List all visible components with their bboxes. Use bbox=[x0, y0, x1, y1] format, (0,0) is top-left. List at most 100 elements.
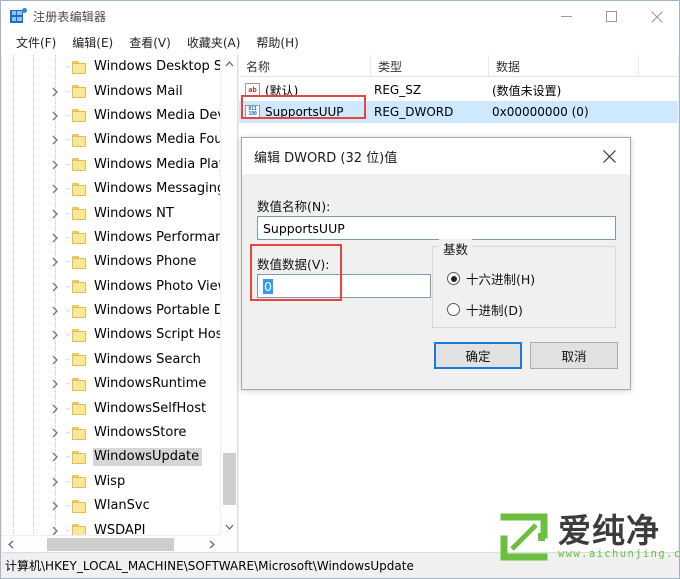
column-header-type[interactable]: 类型 bbox=[371, 55, 489, 77]
tree-item[interactable]: – Windows Performance bbox=[2, 226, 220, 250]
tree-item[interactable]: – Windows Search bbox=[2, 348, 220, 372]
tree-item[interactable]: – WlanSvc bbox=[2, 494, 220, 518]
tree-hscroll-thumb[interactable] bbox=[47, 538, 174, 551]
chevron-right-icon[interactable] bbox=[48, 104, 63, 128]
chevron-right-icon[interactable] bbox=[48, 80, 63, 104]
chevron-right-icon[interactable] bbox=[48, 348, 63, 372]
chevron-right-icon[interactable] bbox=[48, 372, 63, 396]
radio-hexadecimal-icon[interactable] bbox=[447, 272, 460, 285]
tree-item[interactable]: – WindowsSelfHost bbox=[2, 396, 220, 420]
chevron-right-icon[interactable] bbox=[48, 397, 63, 421]
tree-item[interactable]: – Windows Media Player bbox=[2, 153, 220, 177]
tree-item[interactable]: – WindowsRuntime bbox=[2, 372, 220, 396]
tree-expander-none bbox=[48, 55, 63, 79]
chevron-right-icon[interactable] bbox=[48, 519, 63, 535]
table-row[interactable]: 011 100 SupportsUUP REG_DWORD 0x00000000 … bbox=[239, 101, 678, 123]
tree-scroll-thumb[interactable] bbox=[223, 453, 236, 505]
tree-item[interactable]: – Windows Desktop Sear bbox=[2, 55, 220, 79]
tree-item-label: Windows NT bbox=[94, 205, 174, 221]
tree-item[interactable]: – WSDAPI bbox=[2, 518, 220, 535]
folder-icon bbox=[72, 499, 88, 513]
ok-button[interactable]: 确定 bbox=[434, 342, 522, 369]
tree-item[interactable]: – Windows Media Device bbox=[2, 104, 220, 128]
menu-file[interactable]: 文件(F) bbox=[8, 34, 64, 53]
folder-icon bbox=[72, 182, 88, 196]
tree-item[interactable]: – Windows Photo Viewer bbox=[2, 275, 220, 299]
tree-item[interactable]: – WindowsStore bbox=[2, 421, 220, 445]
scroll-right-icon[interactable] bbox=[203, 536, 220, 552]
folder-icon bbox=[72, 402, 88, 416]
tree-item[interactable]: – Windows Script Host bbox=[2, 323, 220, 347]
radio-decimal[interactable]: 十进制(D) bbox=[447, 300, 523, 319]
value-name-cell: 011 100 SupportsUUP bbox=[239, 101, 371, 123]
chevron-right-icon[interactable] bbox=[48, 153, 63, 177]
cancel-button[interactable]: 取消 bbox=[530, 342, 618, 369]
chevron-right-icon[interactable] bbox=[48, 445, 63, 469]
value-data-cell: (数值未设置) bbox=[492, 83, 562, 98]
column-header-data[interactable]: 数据 bbox=[489, 55, 639, 77]
tree-item-label: Windows Phone bbox=[94, 254, 197, 270]
tree-connector: – bbox=[65, 62, 70, 73]
string-value-icon: ab bbox=[245, 83, 260, 97]
tree-item-label: WindowsRuntime bbox=[94, 376, 207, 392]
menu-bar: 文件(F) 编辑(E) 查看(V) 收藏夹(A) 帮助(H) bbox=[1, 32, 679, 55]
chevron-right-icon[interactable] bbox=[48, 494, 63, 518]
scroll-down-icon[interactable] bbox=[221, 518, 237, 535]
tree-item[interactable]: – Windows Portable Devi bbox=[2, 299, 220, 323]
tree-connector: – bbox=[65, 281, 70, 292]
radio-decimal-icon[interactable] bbox=[447, 303, 460, 316]
folder-icon bbox=[72, 475, 88, 489]
scrollbar-corner bbox=[220, 535, 237, 552]
window-title: 注册表编辑器 bbox=[33, 10, 107, 24]
chevron-right-icon[interactable] bbox=[48, 226, 63, 250]
dialog-close-icon[interactable] bbox=[588, 138, 630, 174]
menu-favorites[interactable]: 收藏夹(A) bbox=[179, 34, 249, 53]
chevron-right-icon[interactable] bbox=[48, 470, 63, 494]
radio-hexadecimal[interactable]: 十六进制(H) bbox=[447, 269, 535, 288]
menu-help[interactable]: 帮助(H) bbox=[248, 34, 306, 53]
chevron-right-icon[interactable] bbox=[48, 202, 63, 226]
folder-icon bbox=[72, 207, 88, 221]
folder-icon bbox=[72, 231, 88, 245]
folder-icon bbox=[72, 133, 88, 147]
value-name-input[interactable]: SupportsUUP bbox=[257, 216, 616, 240]
tree-connector: – bbox=[65, 306, 70, 317]
tree-item-label: Wisp bbox=[94, 473, 126, 489]
tree-item[interactable]: – Windows Media Foundà bbox=[2, 128, 220, 152]
menu-edit[interactable]: 编辑(E) bbox=[64, 34, 121, 53]
scroll-left-icon[interactable] bbox=[2, 536, 19, 552]
registry-tree[interactable]: – Windows Desktop Sear – Windows Mail – bbox=[2, 55, 220, 535]
tree-item[interactable]: – Wisp bbox=[2, 470, 220, 494]
chevron-right-icon[interactable] bbox=[48, 421, 63, 445]
chevron-right-icon[interactable] bbox=[48, 250, 63, 274]
column-header-name[interactable]: 名称 bbox=[239, 55, 371, 77]
chevron-right-icon[interactable] bbox=[48, 128, 63, 152]
value-name-input-text: SupportsUUP bbox=[263, 220, 345, 236]
column-header-filler bbox=[639, 55, 678, 77]
value-data-input[interactable]: 0 bbox=[257, 274, 431, 298]
tree-item[interactable]: – Windows NT bbox=[2, 201, 220, 225]
menu-view[interactable]: 查看(V) bbox=[121, 34, 179, 53]
minimize-button[interactable] bbox=[544, 1, 589, 32]
tree-item-label: Windows Photo Viewer bbox=[94, 278, 220, 294]
tree-item[interactable]: – Windows Mail bbox=[2, 79, 220, 103]
scroll-up-icon[interactable] bbox=[221, 55, 237, 72]
table-row[interactable]: ab (默认) REG_SZ (数值未设置) bbox=[239, 79, 678, 101]
value-name-cell: ab (默认) bbox=[239, 79, 371, 101]
tree-vertical-scrollbar[interactable] bbox=[220, 55, 237, 535]
chevron-right-icon[interactable] bbox=[48, 275, 63, 299]
close-button[interactable] bbox=[634, 1, 679, 32]
value-type-cell: REG_SZ bbox=[374, 83, 422, 97]
tree-item[interactable]: – Windows Messaging Su bbox=[2, 177, 220, 201]
tree-connector: – bbox=[65, 501, 70, 512]
tree-connector: – bbox=[65, 257, 70, 268]
chevron-right-icon[interactable] bbox=[48, 323, 63, 347]
tree-horizontal-scrollbar[interactable] bbox=[2, 535, 220, 552]
maximize-button[interactable] bbox=[589, 1, 634, 32]
chevron-right-icon[interactable] bbox=[48, 299, 63, 323]
tree-item-label: Windows Media Device bbox=[94, 107, 220, 123]
sidebar-item-windowsupdate[interactable]: – WindowsUpdate bbox=[2, 445, 220, 469]
chevron-right-icon[interactable] bbox=[48, 177, 63, 201]
tree-item[interactable]: – Windows Phone bbox=[2, 250, 220, 274]
tree-item-label: WindowsSelfHost bbox=[94, 400, 207, 416]
